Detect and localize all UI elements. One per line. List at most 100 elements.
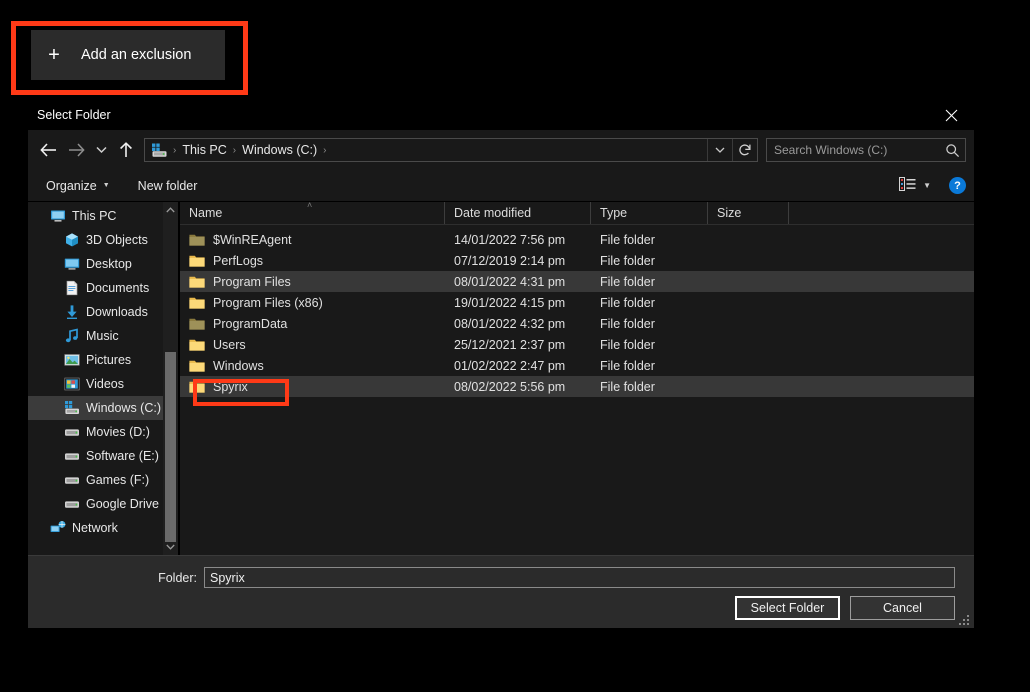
folder-input[interactable] [204, 567, 955, 588]
table-row[interactable]: Program Files 08/01/2022 4:31 pm File fold… [180, 271, 974, 292]
column-header-date-modified[interactable]: Date modified [445, 202, 591, 224]
folder-icon [189, 296, 205, 310]
table-row[interactable]: $WinREAgent 14/01/2022 7:56 pm File folder [180, 229, 974, 250]
breadcrumb-item-windows-c[interactable]: Windows (C:) [239, 143, 320, 157]
downloads-icon [67, 305, 77, 319]
help-label: ? [954, 179, 961, 192]
forward-button[interactable] [62, 136, 90, 164]
back-button[interactable] [34, 136, 62, 164]
sidebar-item-software-e[interactable]: Software (E:) [28, 444, 178, 468]
close-button[interactable] [928, 100, 974, 130]
select-folder-button[interactable]: Select Folder [735, 596, 840, 620]
organize-button[interactable]: Organize ▼ [40, 175, 116, 197]
address-bar[interactable]: › This PC › Windows (C:) › [144, 138, 758, 162]
up-button[interactable] [112, 136, 140, 164]
table-row[interactable]: ProgramData 08/01/2022 4:32 pm File folder [180, 313, 974, 334]
sidebar-item-games-f[interactable]: Games (F:) [28, 468, 178, 492]
sidebar-item-this-pc[interactable]: This PC [28, 204, 178, 228]
search-icon[interactable] [939, 143, 965, 158]
new-folder-label: New folder [137, 178, 198, 193]
new-folder-button[interactable]: New folder [132, 175, 204, 197]
scroll-down-button[interactable] [163, 539, 178, 555]
folder-icon [189, 297, 205, 309]
file-list-header: Name Date modified Type Size ˄ [180, 200, 974, 225]
sidebar-item-network[interactable]: Network [28, 516, 178, 540]
sidebar-item-label: Pictures [86, 353, 132, 367]
cell-type: File folder [600, 337, 655, 352]
drive-icon [65, 477, 79, 484]
search-box[interactable] [766, 138, 966, 162]
sidebar-item-label: Network [72, 521, 118, 535]
tree-scrollbar[interactable] [163, 202, 178, 555]
drive-icon [64, 448, 80, 464]
documents-icon [64, 280, 80, 296]
sidebar-item-pictures[interactable]: Pictures [28, 348, 178, 372]
file-name-label: $WinREAgent [213, 232, 292, 247]
scroll-up-button[interactable] [163, 202, 178, 218]
folder-icon [189, 338, 205, 352]
table-row[interactable]: PerfLogs 07/12/2019 2:14 pm File folder [180, 250, 974, 271]
sidebar-item-label: Desktop [86, 257, 132, 271]
tree-scrollbar-thumb[interactable] [165, 352, 176, 542]
column-header-type[interactable]: Type [591, 202, 708, 224]
videos-icon [64, 376, 80, 392]
folder-dim-icon [189, 317, 205, 331]
desktop-icon [64, 256, 80, 272]
network-icon [50, 521, 66, 532]
command-bar: Organize ▼ New folder ▼ ? [28, 170, 974, 202]
3d-objects-icon [64, 232, 80, 248]
breadcrumb: › This PC › Windows (C:) › [145, 143, 707, 158]
help-button[interactable]: ? [949, 177, 966, 194]
column-header-size[interactable]: Size [708, 202, 789, 224]
view-mode-button[interactable]: ▼ [893, 173, 937, 198]
sidebar-item-videos[interactable]: Videos [28, 372, 178, 396]
sidebar-item-desktop[interactable]: Desktop [28, 252, 178, 276]
downloads-icon [64, 304, 80, 320]
search-input[interactable] [767, 142, 939, 158]
sidebar-item-google-drive-g[interactable]: Google Drive (G: [28, 492, 178, 516]
sidebar-item-documents[interactable]: Documents [28, 276, 178, 300]
navigation-tree-pane: This PC 3D Objects Desktop Documents Downloa… [28, 202, 178, 555]
table-row[interactable]: Spyrix 08/02/2022 5:56 pm File folder [180, 376, 974, 397]
cell-type: File folder [600, 253, 655, 268]
cancel-button[interactable]: Cancel [850, 596, 955, 620]
breadcrumb-item-this-pc[interactable]: This PC [179, 143, 229, 157]
cell-name: $WinREAgent [180, 233, 445, 247]
cell-date-modified: 08/01/2022 4:32 pm [454, 316, 566, 331]
sort-ascending-icon: ˄ [307, 200, 313, 210]
resize-grip-icon[interactable] [959, 613, 971, 625]
sidebar-item-downloads[interactable]: Downloads [28, 300, 178, 324]
drive-icon [65, 501, 79, 508]
organize-label: Organize [46, 178, 97, 193]
add-exclusion-button[interactable]: + Add an exclusion [31, 30, 225, 80]
recent-locations-button[interactable] [90, 136, 112, 164]
sidebar-item-label: Windows (C:) [86, 401, 162, 415]
address-history-button[interactable] [707, 139, 732, 161]
dialog-title: Select Folder [37, 108, 111, 122]
column-header-name[interactable]: Name [180, 202, 445, 224]
table-row[interactable]: Windows 01/02/2022 2:47 pm File folder [180, 355, 974, 376]
plus-icon: + [48, 44, 60, 66]
sidebar-item-label: 3D Objects [86, 233, 148, 247]
breadcrumb-separator: › [173, 144, 177, 156]
sidebar-item-windows-c[interactable]: Windows (C:) [28, 396, 178, 420]
footer-buttons: Select Folder Cancel [28, 588, 974, 620]
dialog-footer: Folder: Select Folder Cancel [28, 555, 974, 627]
music-icon [64, 328, 80, 344]
sidebar-item-movies-d[interactable]: Movies (D:) [28, 420, 178, 444]
sidebar-item-music[interactable]: Music [28, 324, 178, 348]
sidebar-item-label: Movies (D:) [86, 425, 150, 439]
arrow-up-icon [120, 142, 132, 157]
table-row[interactable]: Users 25/12/2021 2:37 pm File folder [180, 334, 974, 355]
drive-icon [65, 453, 79, 460]
sidebar-item-3d-objects[interactable]: 3D Objects [28, 228, 178, 252]
breadcrumb-separator: › [232, 144, 237, 156]
cell-type: File folder [600, 379, 655, 394]
refresh-button[interactable] [732, 139, 757, 161]
folder-icon [189, 254, 205, 268]
cell-date-modified: 07/12/2019 2:14 pm [454, 253, 566, 268]
folder-label: Folder: [158, 570, 197, 585]
dialog-titlebar[interactable]: Select Folder [28, 100, 974, 130]
table-row[interactable]: Program Files (x86) 19/01/2022 4:15 pm Fil… [180, 292, 974, 313]
cell-name: Windows [180, 359, 445, 373]
